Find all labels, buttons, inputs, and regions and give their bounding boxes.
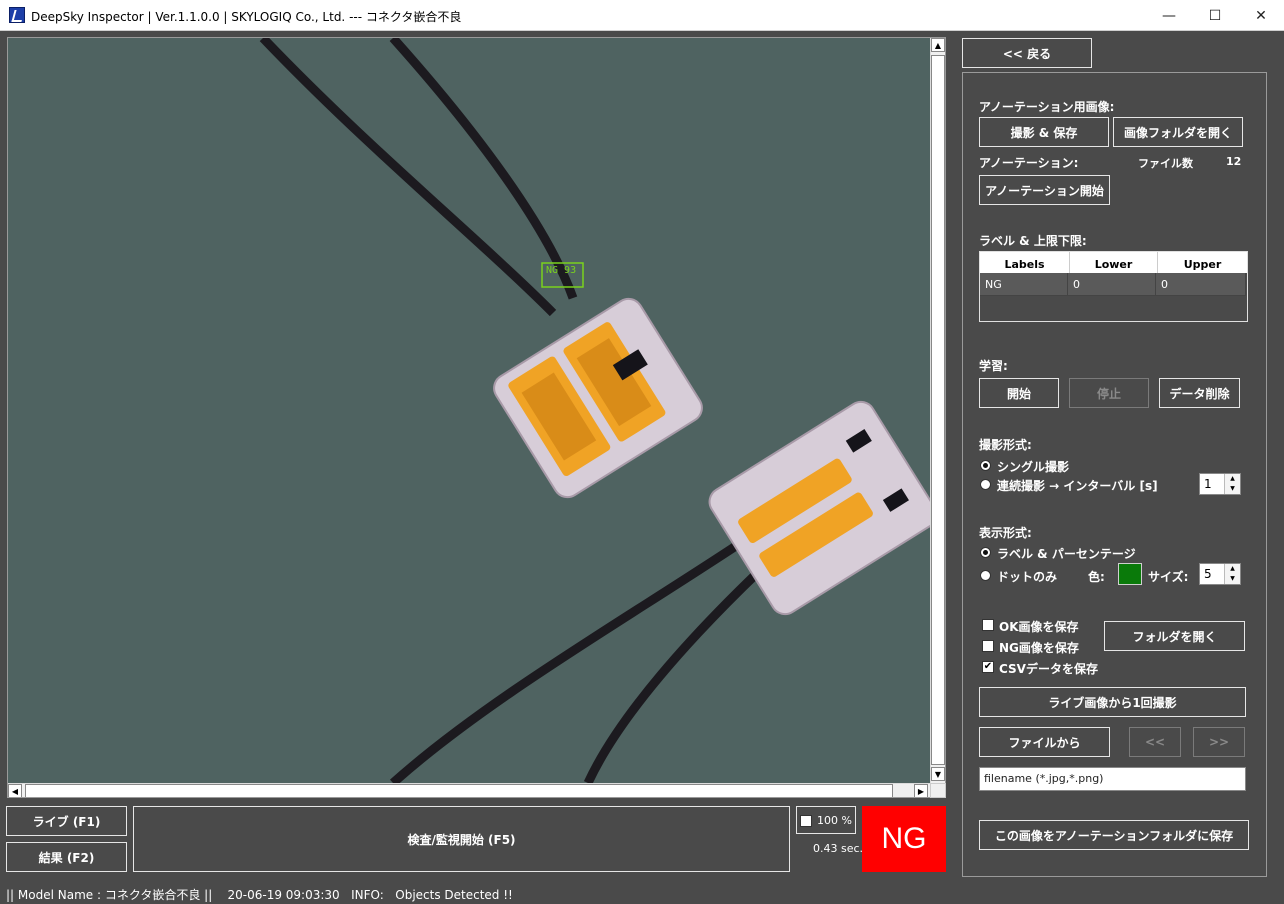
single-capture-label: シングル撮影 — [997, 460, 1070, 474]
column-header-lower[interactable]: Lower — [1070, 252, 1158, 273]
maximize-button[interactable]: ☐ — [1192, 0, 1238, 31]
interval-value: 1 — [1204, 477, 1212, 491]
vertical-scroll-thumb[interactable] — [931, 55, 945, 765]
dot-only-label: ドットのみ — [997, 570, 1058, 584]
column-header-labels[interactable]: Labels — [980, 252, 1070, 273]
scroll-down-icon[interactable]: ▼ — [931, 767, 945, 781]
open-image-folder-button[interactable]: 画像フォルダを開く — [1113, 117, 1243, 147]
save-ok-label: OK画像を保存 — [999, 620, 1079, 634]
dot-only-radio[interactable] — [980, 570, 991, 581]
learn-stop-button[interactable]: 停止 — [1069, 378, 1149, 408]
column-header-upper[interactable]: Upper — [1158, 252, 1247, 273]
save-to-annotation-button[interactable]: この画像をアノーテーションフォルダに保存 — [979, 820, 1249, 850]
camera-image: NG 93 — [8, 38, 930, 783]
interval-stepper[interactable]: 1 ▲ ▼ — [1199, 473, 1241, 495]
annotation-heading: アノーテーション: — [979, 156, 1079, 170]
minimize-button[interactable]: — — [1146, 0, 1192, 31]
label-percentage-radio[interactable] — [980, 547, 991, 558]
window-title: DeepSky Inspector | Ver.1.1.0.0 | SKYLOG… — [31, 10, 462, 24]
save-csv-checkbox[interactable]: ✔ — [982, 661, 994, 673]
save-ng-checkbox[interactable] — [982, 640, 994, 652]
stepper-down-icon[interactable]: ▼ — [1225, 574, 1240, 584]
scroll-corner — [930, 783, 946, 798]
save-csv-label: CSVデータを保存 — [999, 662, 1098, 676]
stepper-up-icon[interactable]: ▲ — [1225, 474, 1240, 484]
horizontal-scroll-thumb[interactable] — [25, 784, 893, 797]
start-annotation-button[interactable]: アノーテーション開始 — [979, 175, 1110, 205]
size-value: 5 — [1204, 567, 1212, 581]
status-text: || Model Name : コネクタ嵌合不良 || 20-06-19 09:… — [6, 888, 513, 902]
size-label: サイズ: — [1148, 570, 1189, 584]
prev-image-button[interactable]: << — [1129, 727, 1181, 757]
connector-photo — [259, 38, 930, 783]
zoom-label: 100 % — [817, 814, 852, 827]
vertical-scrollbar[interactable]: ▲ ▼ — [930, 38, 945, 783]
capture-save-button[interactable]: 撮影 & 保存 — [979, 117, 1109, 147]
scroll-left-icon[interactable]: ◀ — [8, 784, 22, 797]
learning-heading: 学習: — [979, 359, 1008, 373]
label-percentage-label: ラベル & パーセンテージ — [997, 547, 1136, 561]
zoom-box[interactable]: 100 % — [796, 806, 856, 834]
app-logo-icon — [9, 7, 25, 23]
close-button[interactable]: ✕ — [1238, 0, 1284, 31]
table-cell-label[interactable]: NG — [980, 273, 1068, 296]
color-label: 色: — [1088, 570, 1105, 584]
elapsed-time: 0.43 sec. — [813, 842, 864, 855]
scroll-up-icon[interactable]: ▲ — [931, 38, 945, 52]
file-count-label: ファイル数 — [1138, 157, 1193, 170]
from-file-button[interactable]: ファイルから — [979, 727, 1110, 757]
verdict-indicator: NG — [862, 806, 946, 872]
save-ng-label: NG画像を保存 — [999, 641, 1079, 655]
delete-data-button[interactable]: データ削除 — [1159, 378, 1240, 408]
next-image-button[interactable]: >> — [1193, 727, 1245, 757]
save-ok-checkbox[interactable] — [982, 619, 994, 631]
label-limits-table[interactable]: Labels Lower Upper NG 0 0 — [979, 251, 1248, 322]
size-stepper[interactable]: 5 ▲ ▼ — [1199, 563, 1241, 585]
table-cell-upper[interactable]: 0 — [1156, 273, 1246, 296]
annotation-image-heading: アノーテーション用画像: — [979, 100, 1115, 114]
label-limits-heading: ラベル & 上限下限: — [979, 234, 1087, 248]
continuous-capture-radio[interactable] — [980, 479, 991, 490]
capture-once-button[interactable]: ライブ画像から1回撮影 — [979, 687, 1246, 717]
dot-color-swatch[interactable] — [1118, 563, 1142, 585]
stepper-down-icon[interactable]: ▼ — [1225, 484, 1240, 494]
zoom-checkbox[interactable] — [800, 815, 812, 827]
result-button[interactable]: 結果 (F2) — [6, 842, 127, 872]
single-capture-radio[interactable] — [980, 460, 991, 471]
learn-start-button[interactable]: 開始 — [979, 378, 1059, 408]
filename-field[interactable]: filename (*.jpg,*.png) — [979, 767, 1246, 791]
title-bar: DeepSky Inspector | Ver.1.1.0.0 | SKYLOG… — [0, 0, 1284, 31]
scroll-right-icon[interactable]: ▶ — [914, 784, 928, 797]
continuous-capture-label: 連続撮影 → インターバル [s] — [997, 479, 1158, 493]
live-button[interactable]: ライブ (F1) — [6, 806, 127, 836]
capture-mode-heading: 撮影形式: — [979, 438, 1032, 452]
display-mode-heading: 表示形式: — [979, 526, 1032, 540]
image-viewer[interactable]: NG 93 ▲ ▼ ◀ ▶ — [7, 37, 946, 798]
inspect-start-button[interactable]: 検査/監視開始 (F5) — [133, 806, 790, 872]
status-bar: || Model Name : コネクタ嵌合不良 || 20-06-19 09:… — [0, 883, 1284, 904]
stepper-up-icon[interactable]: ▲ — [1225, 564, 1240, 574]
file-count-value: 12 — [1226, 155, 1242, 168]
table-cell-lower[interactable]: 0 — [1068, 273, 1156, 296]
back-button[interactable]: << 戻る — [962, 38, 1092, 68]
open-folder-button[interactable]: フォルダを開く — [1104, 621, 1245, 651]
detection-label: NG 93 — [546, 265, 577, 276]
horizontal-scrollbar[interactable]: ◀ ▶ — [8, 783, 930, 797]
